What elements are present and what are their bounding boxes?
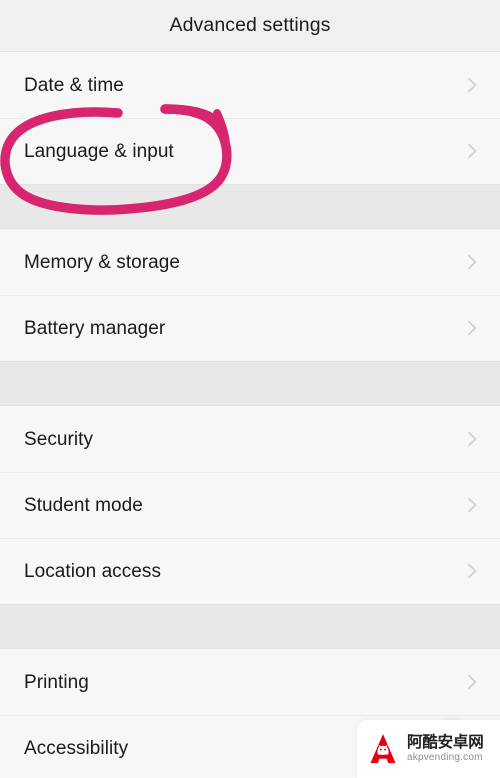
settings-group-3: Security Student mode Location access [0,406,500,604]
list-item-location-access[interactable]: Location access [0,538,500,604]
site-watermark: 阿酷安卓网 akpvending.com [357,720,500,778]
settings-group-2: Memory & storage Battery manager [0,229,500,361]
chevron-right-icon [462,672,482,692]
list-item-label: Battery manager [24,317,166,339]
list-item-language-and-input[interactable]: Language & input [0,118,500,184]
watermark-site-name: 阿酷安卓网 [407,732,484,751]
chevron-right-icon [462,318,482,338]
chevron-right-icon [462,561,482,581]
watermark-url: akpvending.com [407,752,483,764]
group-separator [0,604,500,649]
chevron-right-icon [462,75,482,95]
settings-group-1: Date & time Language & input [0,52,500,184]
watermark-text: 阿酷安卓网 akpvending.com [402,734,500,764]
list-item-date-and-time[interactable]: Date & time [0,52,500,118]
list-item-printing[interactable]: Printing [0,649,500,715]
list-item-label: Memory & storage [24,251,181,273]
chevron-right-icon [462,429,482,449]
list-item-label: Security [24,428,94,450]
settings-screen: Advanced settings Date & time Language & … [0,0,500,778]
chevron-right-icon [462,252,482,272]
chevron-right-icon [462,495,482,515]
list-item-security[interactable]: Security [0,406,500,472]
page-title: Advanced settings [169,14,331,36]
list-item-label: Location access [24,560,161,582]
group-separator [0,184,500,229]
list-item-battery-manager[interactable]: Battery manager [0,295,500,361]
android-robot-a-logo-icon [364,730,402,768]
list-item-student-mode[interactable]: Student mode [0,472,500,538]
list-item-label: Language & input [24,140,174,162]
group-separator [0,361,500,406]
app-header: Advanced settings [0,0,500,52]
list-item-label: Printing [24,671,89,693]
list-item-label: Date & time [24,74,124,96]
settings-list: Date & time Language & input Memory & stor… [0,52,500,778]
chevron-right-icon [462,141,482,161]
list-item-label: Student mode [24,494,143,516]
list-item-memory-and-storage[interactable]: Memory & storage [0,229,500,295]
